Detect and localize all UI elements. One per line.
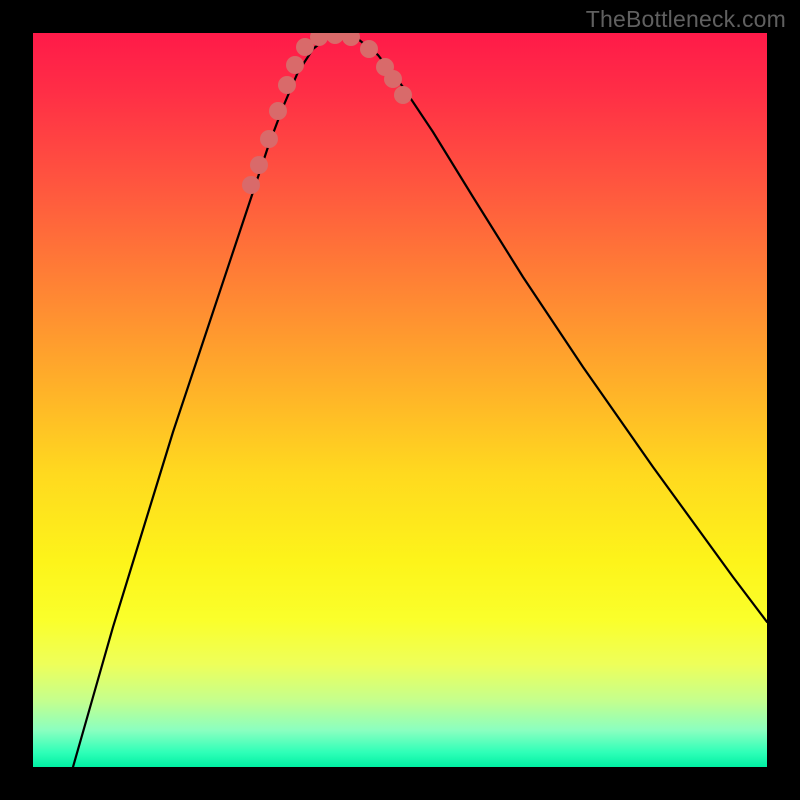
highlight-dot [286,56,304,74]
plot-area [33,33,767,767]
chart-svg [33,33,767,767]
highlight-dots [242,33,412,194]
highlight-dot [242,176,260,194]
highlight-dot [360,40,378,58]
highlight-dot [269,102,287,120]
highlight-dot [384,70,402,88]
highlight-dot [394,86,412,104]
highlight-dot [250,156,268,174]
highlight-dot [260,130,278,148]
watermark-text: TheBottleneck.com [586,6,786,33]
highlight-dot [326,33,344,44]
highlight-dot [342,33,360,46]
bottleneck-curve [73,35,767,767]
highlight-dot [278,76,296,94]
